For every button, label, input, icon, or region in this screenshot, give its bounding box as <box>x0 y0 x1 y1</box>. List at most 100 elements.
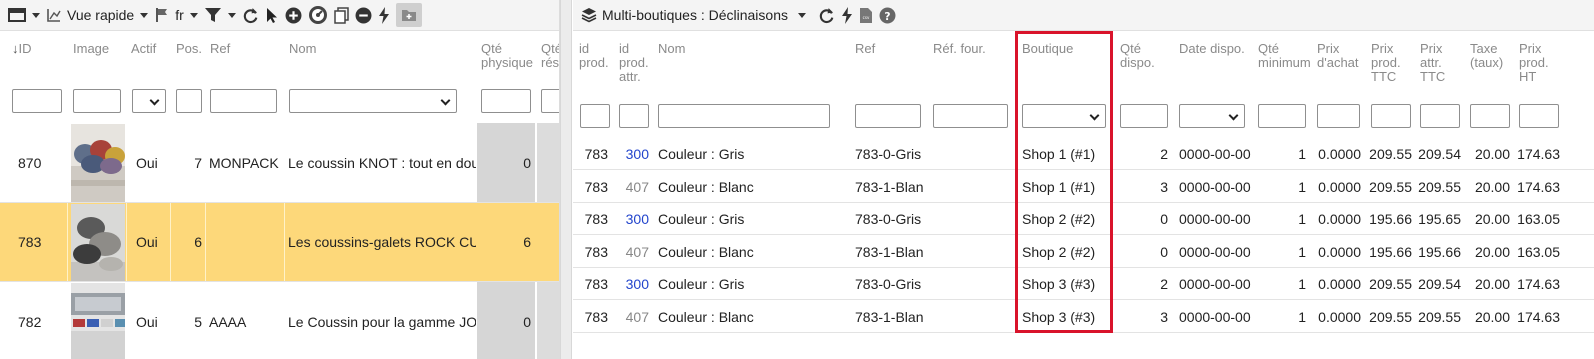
product-row-selected[interactable]: 783 Oui 6 Les coussins-galets ROCK CU 6 <box>0 203 559 282</box>
cell-prix-achat: 0.0000 <box>1318 211 1361 227</box>
combination-row[interactable]: 783 300 Couleur : Gris 783-0-Gris Shop 1… <box>573 138 1594 170</box>
column-header-qty-physical[interactable]: Qté physique <box>481 42 533 70</box>
column-header-ref[interactable]: Ref <box>210 42 230 56</box>
cursor-icon <box>266 7 277 23</box>
combination-row[interactable]: 783 300 Couleur : Gris 783-0-Gris Shop 3… <box>573 268 1594 300</box>
column-header-taxe[interactable]: Taxe (taux) <box>1470 42 1503 70</box>
cell-id-prod-attr-link[interactable]: 300 <box>619 268 649 300</box>
product-ref: MONPACK <box>209 154 279 171</box>
column-header-qty-reserved[interactable]: Qté rés <box>541 42 559 70</box>
chevron-down-icon <box>797 12 806 18</box>
combination-row[interactable]: 783 407 Couleur : Blanc 783-1-Blan Shop … <box>573 171 1594 203</box>
column-header-id[interactable]: ↓ID <box>12 42 32 56</box>
panel-title-selector[interactable]: Multi-boutiques : Déclinaisons <box>581 3 806 27</box>
column-header-actif[interactable]: Actif <box>131 42 156 56</box>
export-csv-button[interactable]: csv <box>859 3 873 27</box>
filter-boutique-select[interactable] <box>1022 104 1106 128</box>
product-row[interactable]: 870 Oui 7 MONPACK Le coussin KNOT : tout… <box>0 123 559 203</box>
cell-prix-prod-ttc: 195.66 <box>1369 243 1412 260</box>
filter-ref-four-input[interactable] <box>933 104 1008 128</box>
grid-menu-button[interactable] <box>8 3 40 27</box>
column-header-ref-four[interactable]: Réf. four. <box>933 42 986 56</box>
cell-boutique: Shop 3 (#3) <box>1022 276 1096 292</box>
filter-prix-attr-ttc-input[interactable] <box>1420 104 1460 128</box>
cell-nom: Couleur : Blanc <box>658 178 754 195</box>
cell-id-prod-attr-link[interactable]: 407 <box>619 301 649 333</box>
cell-ref: 783-1-Blan <box>855 243 924 260</box>
language-selector[interactable]: fr <box>154 3 198 27</box>
column-header-qte-dispo[interactable]: Qté dispo. <box>1120 42 1155 70</box>
product-id: 870 <box>18 154 42 171</box>
filter-prix-prod-ht-input[interactable] <box>1519 104 1559 128</box>
column-header-nom[interactable]: Nom <box>289 42 316 56</box>
column-header-prix-attr-ttc[interactable]: Prix attr. TTC <box>1420 42 1445 84</box>
speed-button[interactable] <box>308 3 328 27</box>
column-header-nom[interactable]: Nom <box>658 42 685 56</box>
column-header-prix-prod-ht[interactable]: Prix prod. HT <box>1519 42 1549 84</box>
column-header-prix-achat[interactable]: Prix d'achat <box>1317 42 1359 70</box>
cell-qte-dispo: 3 <box>1160 308 1168 325</box>
filter-id-input[interactable] <box>12 89 62 113</box>
cell-prix-prod-ht: 174.63 <box>1517 178 1560 195</box>
select-mode-button[interactable] <box>265 3 279 27</box>
duplicate-button[interactable] <box>334 3 349 27</box>
filter-ref-input[interactable] <box>855 104 921 128</box>
cell-nom: Couleur : Blanc <box>658 243 754 260</box>
filter-qty-reserved-input[interactable] <box>541 89 559 113</box>
help-button[interactable]: ? <box>879 3 896 27</box>
cell-qte-minimum: 1 <box>1298 308 1306 325</box>
product-row[interactable]: 782 Oui 5 AAAA Le Coussin pour la gamme … <box>0 282 559 359</box>
column-header-date-dispo[interactable]: Date dispo. <box>1179 42 1245 56</box>
column-header-ref[interactable]: Ref <box>855 42 875 56</box>
cell-id-prod: 783 <box>584 146 608 162</box>
filter-id-prod-attr-input[interactable] <box>619 104 649 128</box>
cell-id-prod-attr-link[interactable]: 407 <box>619 236 649 268</box>
filter-qte-dispo-input[interactable] <box>1120 104 1168 128</box>
refresh-button[interactable] <box>242 3 259 27</box>
filter-date-dispo-select[interactable] <box>1179 104 1245 128</box>
cell-nom: Couleur : Gris <box>658 146 745 162</box>
cell-id-prod-attr-link[interactable]: 407 <box>619 171 649 203</box>
filter-nom-select[interactable] <box>289 89 457 113</box>
filter-nom-input[interactable] <box>658 104 830 128</box>
cell-id-prod-attr-link[interactable]: 300 <box>619 203 649 235</box>
filter-pos-input[interactable] <box>176 89 202 113</box>
filter-image-input[interactable] <box>73 89 121 113</box>
layers-icon <box>581 8 597 23</box>
filter-actif-select[interactable] <box>132 89 166 113</box>
filter-ref-input[interactable] <box>210 89 277 113</box>
combination-row[interactable]: 783 300 Couleur : Gris 783-0-Gris Shop 2… <box>573 203 1594 235</box>
quick-action-combinations-button[interactable] <box>841 3 853 27</box>
remove-button[interactable] <box>355 3 372 27</box>
pane-splitter[interactable] <box>560 0 572 359</box>
svg-text:csv: csv <box>863 15 870 20</box>
combination-row[interactable]: 783 407 Couleur : Blanc 783-1-Blan Shop … <box>573 301 1594 333</box>
quick-action-button[interactable] <box>378 3 390 27</box>
column-header-id-prod[interactable]: id prod. <box>579 42 609 70</box>
cell-id-prod-attr-link[interactable]: 300 <box>619 138 649 170</box>
filter-prix-prod-ttc-input[interactable] <box>1371 104 1411 128</box>
cell-prix-prod-ht: 163.05 <box>1517 211 1560 227</box>
filter-button[interactable] <box>204 3 236 27</box>
filter-qty-physical-input[interactable] <box>481 89 531 113</box>
view-selector[interactable]: Vue rapide <box>46 3 149 27</box>
combination-row[interactable]: 783 407 Couleur : Blanc 783-1-Blan Shop … <box>573 236 1594 268</box>
refresh-combinations-button[interactable] <box>818 3 835 27</box>
column-header-pos[interactable]: Pos. <box>176 42 202 56</box>
column-header-image[interactable]: Image <box>73 42 109 56</box>
column-header-id-prod-attr[interactable]: id prod. attr. <box>619 42 649 84</box>
column-header-qte-minimum[interactable]: Qté minimum <box>1258 42 1311 70</box>
column-header-prix-prod-ttc[interactable]: Prix prod. TTC <box>1371 42 1401 84</box>
column-header-boutique[interactable]: Boutique <box>1022 42 1073 56</box>
add-to-category-button[interactable] <box>395 3 422 27</box>
filter-id-prod-input[interactable] <box>580 104 610 128</box>
product-qty: 6 <box>523 234 531 250</box>
add-product-button[interactable] <box>285 3 302 27</box>
cell-date-dispo: 0000-00-00 <box>1179 243 1251 260</box>
filter-taxe-input[interactable] <box>1470 104 1510 128</box>
filter-qte-minimum-input[interactable] <box>1258 104 1306 128</box>
products-grid-pane: Vue rapide fr ↓ID Image Actif Pos. Ref N… <box>0 0 560 359</box>
cell-id-prod: 783 <box>584 243 608 260</box>
cell-taxe: 20.00 <box>1474 146 1510 162</box>
filter-prix-achat-input[interactable] <box>1317 104 1360 128</box>
